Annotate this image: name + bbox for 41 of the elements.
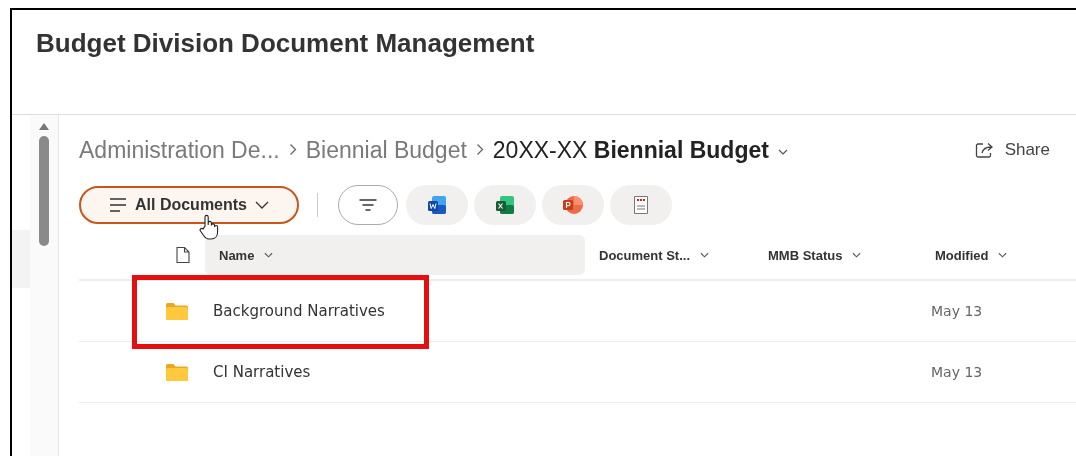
list-icon [109,197,127,213]
scroll-thumb[interactable] [39,136,49,246]
modified-date: May 13 [930,303,983,319]
folder-icon [165,363,189,381]
file-type-icon [176,246,190,264]
chevron-down-icon [998,251,1008,259]
powerpoint-icon [562,194,584,216]
chevron-down-icon [700,251,709,259]
column-header[interactable]: MMB Status [752,235,919,275]
excel-filter-button[interactable] [474,185,536,225]
word-filter-button[interactable] [406,185,468,225]
share-icon [974,141,995,159]
filter-button[interactable] [338,185,398,225]
chevron-down-icon [255,201,269,209]
breadcrumb-link[interactable]: Administration De... [79,136,280,164]
chevron-down-icon [264,251,274,259]
word-icon [427,195,447,215]
folder-icon [165,302,189,320]
hand-cursor-icon [199,214,219,240]
chevron-right-icon [475,142,484,156]
modified-date: May 13 [930,364,983,380]
current-folder-title[interactable]: 20XX-XX Biennial Budget [492,136,769,164]
column-header[interactable]: Name [205,235,585,275]
share-button[interactable]: Share [974,140,1050,160]
powerpoint-filter-button[interactable] [542,185,604,225]
column-header[interactable]: Modified [919,235,1059,275]
chevron-right-icon [288,142,297,156]
column-header[interactable]: Document St... [585,235,752,275]
scroll-up-icon[interactable] [39,123,49,130]
page-title: Budget Division Document Management [36,28,536,59]
pdf-file-icon [633,195,649,215]
scrollbar[interactable] [30,115,58,456]
chevron-down-icon [852,251,862,259]
folder-name[interactable]: CI Narratives [189,363,569,381]
nav-item-background [12,230,30,288]
breadcrumb-link[interactable]: Biennial Budget [305,136,467,164]
filter-icon [359,198,377,212]
pdf-filter-button[interactable] [610,185,672,225]
chevron-down-icon [776,148,789,156]
excel-icon [495,195,515,215]
folder-name[interactable]: Background Narratives [189,302,569,320]
